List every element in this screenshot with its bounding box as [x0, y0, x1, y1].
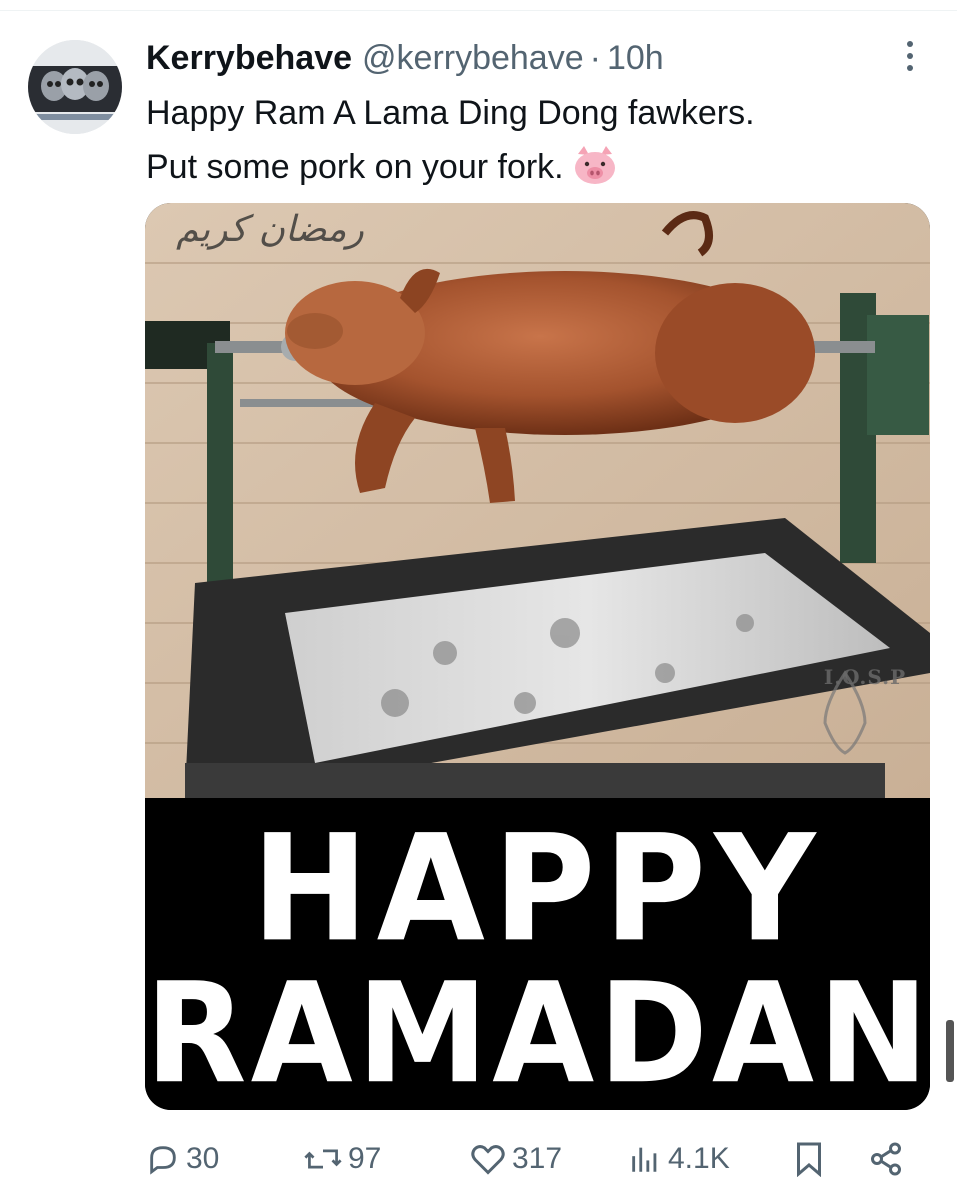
- caption-line-2: RAMADAN!: [145, 953, 930, 1110]
- tweet-text: Happy Ram A Lama Ding Dong fawkers. Put …: [146, 86, 926, 202]
- display-name[interactable]: Kerrybehave: [146, 36, 352, 80]
- bookmark-button[interactable]: [794, 1136, 830, 1182]
- share-icon: [868, 1141, 910, 1177]
- repost-icon: [304, 1142, 348, 1176]
- like-count: 317: [512, 1142, 563, 1175]
- avatar[interactable]: [28, 40, 122, 134]
- share-button[interactable]: [868, 1136, 910, 1182]
- like-button[interactable]: 317: [470, 1136, 562, 1182]
- meme-caption-banner: HAPPY RAMADAN!: [145, 798, 930, 1110]
- timestamp[interactable]: 10h: [607, 36, 664, 80]
- views-button[interactable]: 4.1K: [628, 1136, 730, 1182]
- views-count: 4.1K: [668, 1142, 730, 1175]
- tweet-media-image[interactable]: رمضان كريم I.O.S.P HAPPY RAMADAN!: [145, 203, 930, 1110]
- image-watermark: I.O.S.P: [823, 665, 907, 689]
- tweet-text-line-2-content: Put some pork on your fork.: [146, 148, 564, 186]
- user-handle[interactable]: @kerrybehave: [362, 36, 584, 80]
- more-options-button[interactable]: [896, 38, 924, 74]
- tweet-actions-bar: 30 97 317 4.1K: [146, 1136, 926, 1182]
- tweet-header: Kerrybehave @kerrybehave · 10h: [146, 36, 664, 80]
- views-chart-icon: [628, 1142, 668, 1176]
- reply-icon: [146, 1142, 186, 1176]
- reply-count: 30: [186, 1142, 220, 1175]
- tweet-text-line-1: Happy Ram A Lama Ding Dong fawkers.: [146, 94, 755, 132]
- reply-button[interactable]: 30: [146, 1136, 219, 1182]
- caption-line-1: HAPPY: [251, 803, 824, 976]
- separator-dot: ·: [589, 39, 601, 77]
- repost-count: 97: [348, 1142, 382, 1175]
- scrollbar-thumb[interactable]: [946, 1020, 954, 1082]
- tweet-text-line-2: Put some pork on your fork.: [146, 140, 926, 202]
- arabic-calligraphy: رمضان كريم: [176, 209, 364, 250]
- tweet-card[interactable]: Kerrybehave @kerrybehave · 10h Happy Ram…: [0, 0, 957, 1200]
- heart-icon: [470, 1142, 512, 1176]
- pig-face-icon: [572, 144, 618, 202]
- bookmark-icon: [794, 1141, 830, 1177]
- more-vertical-icon: [907, 41, 913, 47]
- repost-button[interactable]: 97: [304, 1136, 381, 1182]
